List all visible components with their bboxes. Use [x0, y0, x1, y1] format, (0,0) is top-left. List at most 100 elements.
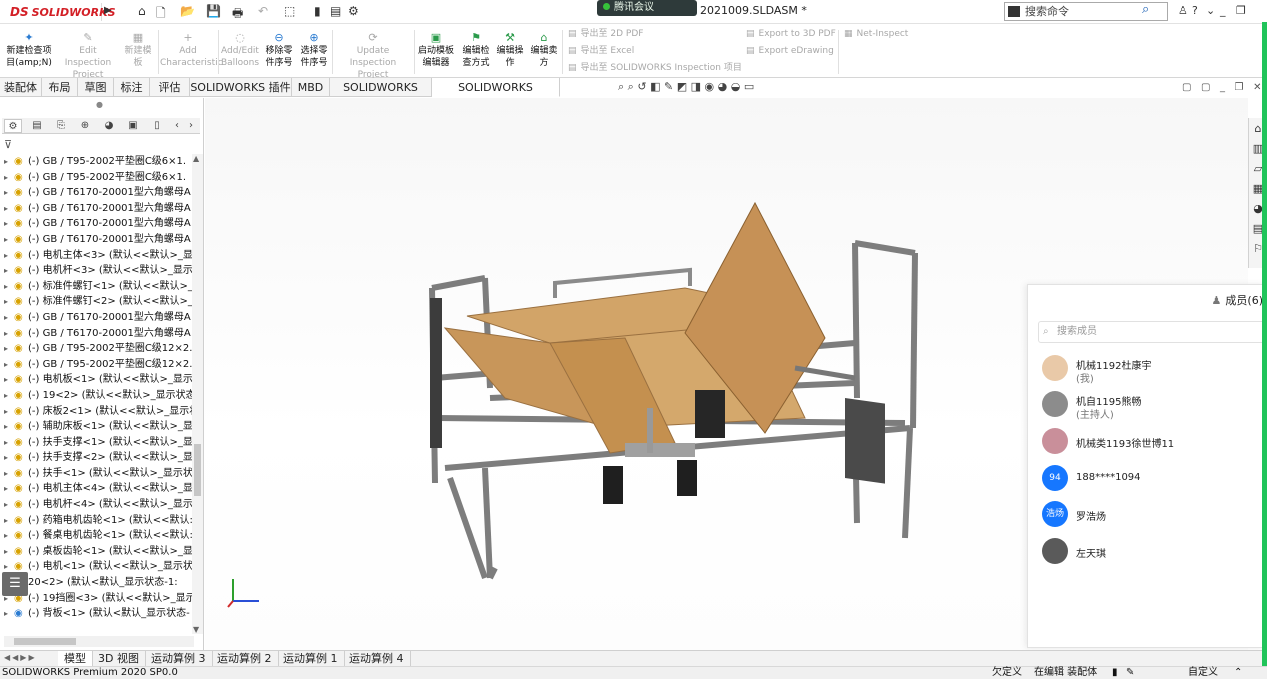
edit-appearance-icon[interactable]: ◕: [718, 80, 728, 93]
section-view-icon[interactable]: ◧: [650, 80, 660, 93]
hamburger-menu-icon[interactable]: ☰: [2, 572, 28, 596]
tree-item[interactable]: ▸ ◉ (-) GB / T95-2002平垫圈C级12×2.: [0, 341, 192, 357]
select-balloon-button[interactable]: ⊕ 选择零件序号: [298, 32, 330, 69]
expand-arrow-icon[interactable]: ▸: [4, 528, 14, 544]
edit-operation-button[interactable]: ⚒ 编辑操作: [494, 32, 526, 69]
save-icon[interactable]: 💾: [206, 4, 221, 18]
remove-balloon-button[interactable]: ⊖ 移除零件序号: [262, 32, 296, 69]
edit-inspection-project-button[interactable]: ✎ Edit Inspection Project: [56, 32, 120, 81]
menu-arrow-icon[interactable]: ▶: [104, 5, 112, 16]
tree-item[interactable]: ▸ ◉ (-) 扶手支撑<2> (默认<<默认>_显: [0, 450, 192, 466]
rebuild-icon[interactable]: ▮: [314, 4, 321, 18]
options-gear-icon[interactable]: ⚙: [348, 4, 359, 18]
expand-arrow-icon[interactable]: ▸: [4, 544, 14, 560]
add-edit-balloons-button[interactable]: ◌ Add/Edit Balloons: [220, 32, 260, 69]
tab-evaluate[interactable]: 评估: [150, 78, 190, 97]
expand-arrow-icon[interactable]: ▸: [4, 435, 14, 451]
scroll-down-icon[interactable]: ▼: [193, 625, 199, 634]
member-item[interactable]: 浩炀 罗浩炀: [1042, 501, 1262, 531]
doc-tile2-icon[interactable]: ▢: [1201, 82, 1210, 93]
new-inspection-project-button[interactable]: ✦ 新建检查项目(amp;N): [4, 32, 54, 69]
update-inspection-project-button[interactable]: ⟳ Update Inspection Project: [334, 32, 412, 81]
tab-mbd[interactable]: MBD: [292, 78, 330, 97]
tree-item[interactable]: ▸ ◉ (-) GB / T95-2002平垫圈C级6×1.: [0, 170, 192, 186]
member-item[interactable]: 左天琪: [1042, 538, 1262, 568]
tree-item[interactable]: ▸ ◉ (-) GB / T6170-20001型六角螺母A: [0, 232, 192, 248]
tree-item[interactable]: ▸ ◉ (-) 药箱电机齿轮<1> (默认<<默认:: [0, 513, 192, 529]
filter-icon[interactable]: ⊽: [4, 138, 12, 151]
tab-cam[interactable]: SOLIDWORKS CAM: [330, 78, 432, 113]
tree-item[interactable]: ▸ ◉ (-) 19挡圈<3> (默认<<默认>_显示: [0, 591, 192, 607]
home-icon[interactable]: ⌂: [138, 4, 146, 18]
tree-item[interactable]: ▸ ◉ (-) 扶手支撑<1> (默认<<默认>_显: [0, 435, 192, 451]
expand-arrow-icon[interactable]: ▸: [4, 466, 14, 482]
export-2d-pdf-item[interactable]: ▤ 导出至 2D PDF: [568, 28, 643, 40]
dynamic-annotation-icon[interactable]: ✎: [664, 80, 673, 93]
zoom-to-fit-icon[interactable]: ⌕: [618, 80, 624, 93]
expand-arrow-icon[interactable]: ▸: [4, 497, 14, 513]
rebuild-status-icon[interactable]: ▮: [1112, 667, 1118, 679]
expand-arrow-icon[interactable]: ▸: [4, 232, 14, 248]
export-edrawing-item[interactable]: ▤ Export eDrawing: [746, 45, 834, 57]
expand-arrow-icon[interactable]: ▸: [4, 294, 14, 310]
doc-restore-icon[interactable]: ❐: [1235, 82, 1244, 93]
cam-tab-icon[interactable]: ▣: [124, 119, 142, 133]
search-icon[interactable]: ⌕: [1142, 2, 1149, 17]
expand-arrow-icon[interactable]: ▸: [4, 419, 14, 435]
units-selector[interactable]: 自定义: [1188, 667, 1218, 679]
expand-arrow-icon[interactable]: ▸: [4, 404, 14, 420]
display-manager-tab-icon[interactable]: ◕: [100, 119, 118, 133]
member-item[interactable]: 机自1195熊畅 (主持人): [1042, 391, 1262, 421]
apply-scene-icon[interactable]: ◒: [731, 80, 741, 93]
tree-item[interactable]: ▸ ◉ (-) GB / T6170-20001型六角螺母A: [0, 185, 192, 201]
expand-arrow-icon[interactable]: ▸: [4, 513, 14, 529]
hscroll-thumb[interactable]: [14, 638, 76, 645]
member-search-input[interactable]: ⌕ 搜索成员: [1038, 321, 1267, 343]
expand-arrow-icon[interactable]: ▸: [4, 216, 14, 232]
tab-motion-study-1[interactable]: 运动算例 1: [277, 651, 345, 666]
member-item[interactable]: 机械类1193徐世博11: [1042, 428, 1262, 458]
tree-item[interactable]: ▸ ◉ (-) 19<2> (默认<<默认>_显示状态: [0, 388, 192, 404]
expand-arrow-icon[interactable]: ▸: [4, 606, 14, 622]
tree-item[interactable]: ▸ ◉ (-) GB / T6170-20001型六角螺母A: [0, 310, 192, 326]
expand-arrow-icon[interactable]: ▸: [4, 481, 14, 497]
member-item[interactable]: 94 188****1094: [1042, 465, 1262, 495]
help-button[interactable]: ?: [1192, 4, 1198, 17]
tree-item[interactable]: ▸ ◉ (-) GB / T6170-20001型六角螺母A: [0, 216, 192, 232]
more-tab-icon[interactable]: ▯: [148, 119, 166, 133]
export-excel-item[interactable]: ▤ 导出至 Excel: [568, 45, 634, 57]
scroll-up-icon[interactable]: ▲: [193, 154, 199, 163]
doc-minimize-icon[interactable]: _: [1220, 82, 1225, 93]
expand-arrow-icon[interactable]: ▸: [4, 372, 14, 388]
net-inspect-item[interactable]: ▦ Net-Inspect: [844, 28, 908, 40]
expand-arrow-icon[interactable]: ▸: [4, 154, 14, 170]
display-style-icon[interactable]: ◨: [691, 80, 701, 93]
feature-manager-tab-icon[interactable]: ⚙: [4, 119, 22, 133]
app-logo[interactable]: DS SOLIDWORKS: [6, 3, 116, 21]
tree-item[interactable]: ▸ ◉ (-) 扶手<1> (默认<<默认>_显示状: [0, 466, 192, 482]
tree-item[interactable]: ▸◉20<2> (默认<默认_显示状态-1:: [0, 575, 192, 591]
tab-layout[interactable]: 布局: [42, 78, 78, 97]
tab-sketch[interactable]: 草图: [78, 78, 114, 97]
tree-item[interactable]: ▸ ◉ (-) GB / T6170-20001型六角螺母A: [0, 201, 192, 217]
user-icon[interactable]: ♙: [1178, 4, 1188, 17]
tab-nav-arrows-icon[interactable]: ◀◀▶▶: [4, 653, 37, 662]
tab-3d-view[interactable]: 3D 视图: [92, 651, 146, 666]
tab-motion-study-3[interactable]: 运动算例 3: [145, 651, 213, 666]
previous-view-icon[interactable]: ↺: [637, 80, 646, 93]
edit-vendor-button[interactable]: ⌂ 编辑卖方: [528, 32, 560, 69]
print-icon[interactable]: 🖶: [232, 4, 243, 25]
expand-arrow-icon[interactable]: ▸: [4, 341, 14, 357]
add-characteristic-button[interactable]: + Add Characteristic: [160, 32, 223, 69]
tab-motion-study-2[interactable]: 运动算例 2: [211, 651, 279, 666]
scroll-thumb[interactable]: [194, 444, 201, 496]
template-editor-button[interactable]: ▣ 启动模板编辑器: [416, 32, 456, 69]
tab-inspection[interactable]: SOLIDWORKS Inspection: [432, 78, 560, 113]
zoom-area-icon[interactable]: ⌕: [628, 80, 634, 93]
restore-icon[interactable]: ❐: [1236, 4, 1246, 17]
export-inspection-project-item[interactable]: ▤ 导出至 SOLIDWORKS Inspection 项目: [568, 62, 742, 74]
minimize-icon[interactable]: _: [1220, 4, 1226, 17]
property-manager-tab-icon[interactable]: ▤: [28, 119, 46, 133]
undo-icon[interactable]: ↶: [258, 4, 268, 18]
expand-arrow-icon[interactable]: ▸: [4, 279, 14, 295]
